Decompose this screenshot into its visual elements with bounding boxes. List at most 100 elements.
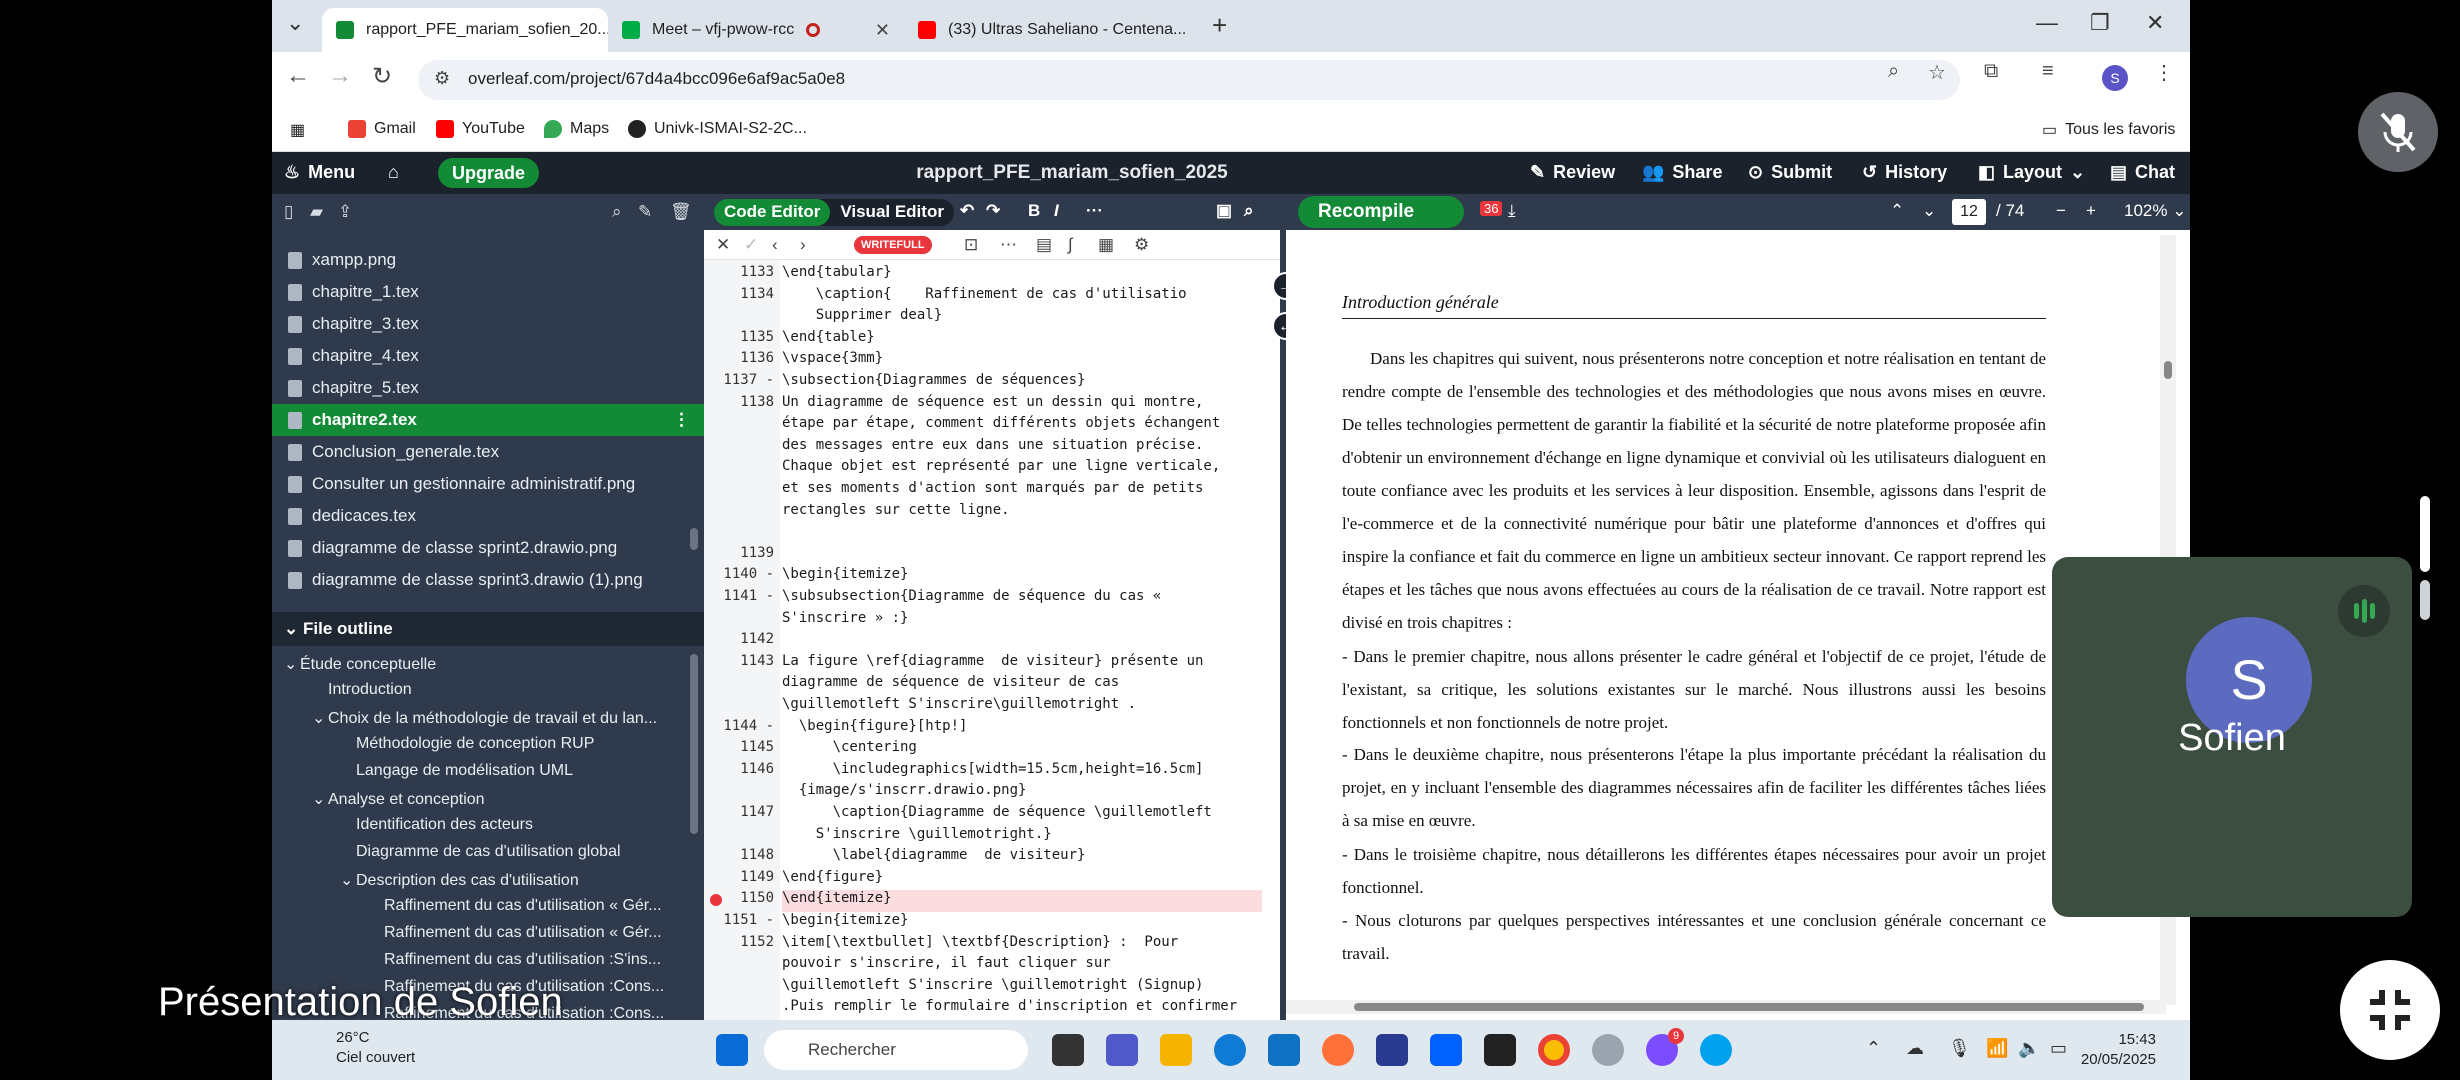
mic-off-icon[interactable]	[2358, 92, 2438, 172]
settings-icon[interactable]: ⚙	[1134, 235, 1149, 255]
edge-beta-icon[interactable]	[1700, 1034, 1732, 1066]
chevron-down-icon[interactable]: ⌄	[312, 789, 328, 809]
layout-button[interactable]: ◧ Layout ⌄	[1978, 162, 2085, 183]
errors-badge[interactable]: 36	[1480, 201, 1503, 216]
outline-item[interactable]: ⌄ Étude conceptuelle	[272, 654, 687, 681]
outline-item[interactable]: ⌄ Analyse et conception	[272, 789, 687, 816]
taskbar-search[interactable]: Rechercher	[764, 1030, 1028, 1070]
code-line[interactable]: \end{figure}	[782, 869, 1262, 891]
chat-button[interactable]: ▤ Chat	[2110, 162, 2175, 183]
vpn-icon[interactable]	[1592, 1034, 1624, 1066]
visual-editor-tab[interactable]: Visual Editor	[830, 199, 954, 226]
code-line[interactable]: \centering	[782, 739, 1262, 761]
battery-icon[interactable]: ▭	[2050, 1038, 2067, 1059]
file-item[interactable]: diagramme de classe sprint2.drawio.png	[272, 532, 704, 564]
outline-item[interactable]: Identification des acteurs	[272, 816, 687, 843]
search-icon[interactable]: ⌕	[612, 202, 622, 222]
reload-icon[interactable]: ↻	[372, 62, 392, 91]
close-tab-icon[interactable]: ✕	[865, 20, 890, 41]
teams-icon[interactable]	[1106, 1034, 1138, 1066]
tray-chevron-icon[interactable]: ⌃	[1866, 1038, 1881, 1059]
outline-item[interactable]: Raffinement du cas d'utilisation « Gér..…	[272, 924, 687, 951]
code-line[interactable]	[782, 523, 1262, 545]
file-item[interactable]: chapitre_5.tex	[272, 372, 704, 404]
table-icon[interactable]: ▦	[1098, 235, 1114, 255]
file-outline-header[interactable]: ⌄ File outline	[272, 612, 704, 646]
task-view-icon[interactable]	[1052, 1034, 1084, 1066]
code-line[interactable]: \subsubsection{Diagramme de séquence du …	[782, 588, 1262, 610]
undo-icon[interactable]: ↶	[960, 201, 974, 221]
bold-app-icon[interactable]	[1376, 1034, 1408, 1066]
chevron-down-icon[interactable]: ⌄	[284, 654, 300, 674]
code-line[interactable]: \begin{itemize}	[782, 566, 1262, 588]
new-folder-icon[interactable]: ▰	[310, 202, 323, 222]
code-line[interactable]: \end{table}	[782, 329, 1262, 351]
code-line[interactable]: rectangles sur cette ligne.	[782, 502, 1262, 524]
download-icon[interactable]: ⤓	[1508, 201, 1516, 221]
code-line[interactable]: \begin{itemize}	[782, 912, 1262, 934]
code-line[interactable]: S'inscrire \guillemotright.}	[782, 826, 1262, 848]
chevron-left-icon[interactable]: ‹	[772, 235, 778, 255]
upgrade-button[interactable]: Upgrade	[438, 158, 540, 188]
outline-item[interactable]: Méthodologie de conception RUP	[272, 735, 687, 762]
zoom-out-icon[interactable]: −	[2056, 201, 2066, 221]
volume-icon[interactable]: 🔈	[2018, 1038, 2040, 1059]
restore-icon[interactable]: ❐	[2090, 10, 2110, 36]
omnibox[interactable]: ⚙ overleaf.com/project/67d4a4bcc096e6af9…	[418, 60, 1960, 100]
comment-icon[interactable]: ▤	[1036, 235, 1052, 255]
outline-item[interactable]: Introduction	[272, 681, 687, 708]
redo-icon[interactable]: ↷	[986, 201, 1000, 221]
close-window-icon[interactable]: ✕	[2146, 10, 2164, 36]
bookmark-youtube[interactable]: YouTube	[436, 120, 525, 138]
next-page-icon[interactable]: ⌄	[1922, 201, 1936, 221]
more-icon[interactable]: ···	[1086, 201, 1103, 221]
code-line[interactable]: Un diagramme de séquence est un dessin q…	[782, 394, 1262, 416]
code-line[interactable]: \subsection{Diagrammes de séquences}	[782, 372, 1262, 394]
file-item[interactable]: dedicaces.tex	[272, 500, 704, 532]
code-line[interactable]: \end{itemize}	[782, 890, 1262, 913]
zoom-icon[interactable]: ⌕	[1888, 60, 1899, 83]
delete-icon[interactable]: 🗑	[670, 202, 692, 222]
code-line[interactable]: La figure \ref{diagramme de visiteur} pr…	[782, 653, 1262, 675]
writefull-badge[interactable]: WRITEFULL	[854, 236, 932, 254]
file-item[interactable]: diagramme de classe sprint3.drawio (1).p…	[272, 564, 704, 596]
page-number-input[interactable]: 12	[1952, 199, 1986, 225]
bookmark-star-icon[interactable]: ☆	[1928, 60, 1946, 85]
zoom-in-icon[interactable]: +	[2086, 201, 2096, 221]
tab-meet[interactable]: Meet – vfj-pwow-rcc ✕	[608, 8, 904, 52]
code-line[interactable]	[782, 631, 1262, 653]
capcut-icon[interactable]	[1484, 1034, 1516, 1066]
all-bookmarks[interactable]: ▭ Tous les favoris	[2042, 120, 2175, 140]
exit-fullscreen-icon[interactable]	[2340, 960, 2440, 1060]
new-file-icon[interactable]: ▯	[284, 202, 293, 222]
tab-youtube[interactable]: (33) Ultras Saheliano - Centena... ✕	[904, 8, 1186, 52]
code-line[interactable]: \guillemotleft S'inscrire\guillemotright…	[782, 696, 1262, 718]
store-icon[interactable]	[1268, 1034, 1300, 1066]
outline-item[interactable]: Raffinement du cas d'utilisation « Gér..…	[272, 897, 687, 924]
italic-icon[interactable]: I	[1054, 201, 1059, 221]
search-icon[interactable]: ⌕	[1244, 201, 1254, 221]
microphone-icon[interactable]: 🎙	[1948, 1038, 1971, 1059]
rename-icon[interactable]: ✎	[638, 202, 652, 222]
file-item[interactable]: chapitre_4.tex	[272, 340, 704, 372]
tab-overleaf[interactable]: rapport_PFE_mariam_sofien_20... ✕	[322, 8, 608, 52]
integral-icon[interactable]: ∫	[1068, 235, 1073, 255]
outline-item[interactable]: ⌄ Choix de la méthodologie de travail et …	[272, 708, 687, 735]
code-line[interactable]: étape par étape, comment différents obje…	[782, 415, 1262, 437]
submit-button[interactable]: ⊙ Submit	[1748, 162, 1832, 183]
extensions-icon[interactable]: ⧉	[1984, 60, 1998, 83]
media-icon[interactable]: ≡	[2042, 60, 2054, 83]
tab-search-icon[interactable]: ⌄	[286, 10, 304, 36]
upload-icon[interactable]: ⇪	[338, 202, 352, 222]
zoom-level[interactable]: 102% ⌄	[2124, 201, 2186, 221]
chevron-down-icon[interactable]: ⌄	[312, 708, 328, 728]
chrome-menu-icon[interactable]: ⋮	[2154, 60, 2174, 85]
dropbox-icon[interactable]	[1430, 1034, 1462, 1066]
file-item[interactable]: chapitre2.tex ⋮	[272, 404, 704, 436]
recompile-button[interactable]: Recompile ⌄	[1298, 196, 1464, 245]
check-icon[interactable]: ✓	[744, 235, 758, 255]
new-tab-icon[interactable]: +	[1212, 10, 1227, 41]
outline-item[interactable]: Raffinement du cas d'utilisation :S'ins.…	[272, 951, 687, 978]
code-line[interactable]: diagramme de séquence de visiteur de cas	[782, 674, 1262, 696]
close-icon[interactable]: ✕	[716, 235, 730, 255]
